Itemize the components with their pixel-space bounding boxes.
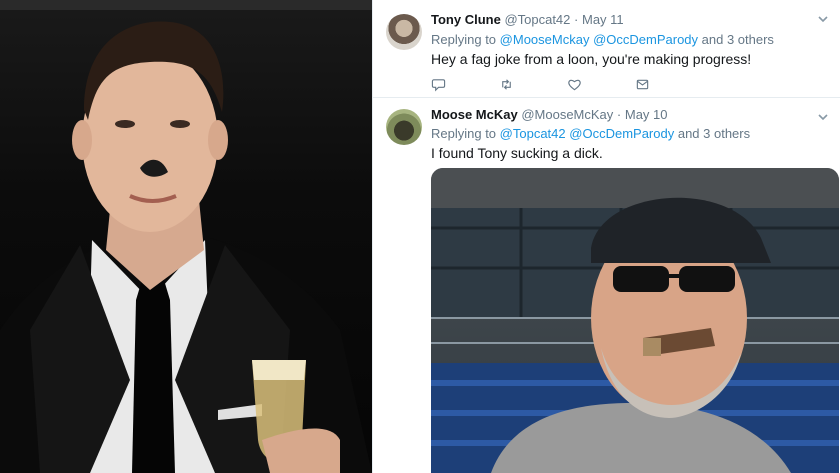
retweet-button[interactable] [499, 76, 567, 92]
tweet-media-photo[interactable] [431, 168, 839, 473]
chevron-down-icon[interactable] [816, 110, 830, 124]
tweet[interactable]: Moose McKay @MooseMcKay · May 10 Replyin… [373, 98, 840, 473]
retweet-icon [502, 78, 511, 90]
chevron-down-icon[interactable] [816, 12, 830, 26]
timestamp[interactable]: May 10 [625, 107, 668, 122]
mention-link[interactable]: @Topcat42 [500, 126, 566, 141]
tweet-feed: Tony Clune @Topcat42 · May 11 Replying t… [373, 0, 840, 473]
mention-link[interactable]: @MooseMckay [500, 32, 590, 47]
timestamp[interactable]: May 11 [582, 12, 624, 27]
replying-to: Replying to @Topcat42 @OccDemParody and … [431, 126, 750, 141]
reply-icon [431, 78, 446, 91]
left-photo [0, 0, 372, 473]
others-link[interactable]: and 3 others [678, 126, 750, 141]
avatar[interactable] [386, 109, 422, 145]
handle[interactable]: @Topcat42 [504, 12, 570, 27]
envelope-icon [636, 79, 649, 89]
handle[interactable]: @MooseMcKay [521, 107, 613, 122]
separator: · [616, 107, 622, 122]
heart-icon [568, 79, 581, 90]
mention-link[interactable]: @OccDemParody [593, 32, 698, 47]
display-name[interactable]: Tony Clune [431, 12, 501, 27]
like-button[interactable] [567, 76, 635, 92]
tweet-actions [431, 76, 703, 92]
replying-to: Replying to @MooseMckay @OccDemParody an… [431, 32, 774, 47]
dm-button[interactable] [635, 76, 703, 92]
mention-link[interactable]: @OccDemParody [569, 126, 674, 141]
tweet-text: Hey a fag joke from a loon, you're makin… [431, 51, 752, 67]
reply-button[interactable] [431, 76, 499, 92]
man-in-suit-illustration [0, 21, 372, 473]
replying-prefix: Replying to [431, 126, 497, 141]
avatar[interactable] [386, 14, 422, 50]
replying-prefix: Replying to [431, 32, 497, 47]
display-name[interactable]: Moose McKay [431, 107, 518, 122]
tweet-header: Tony Clune @Topcat42 · May 11 [431, 12, 624, 27]
others-link[interactable]: and 3 others [702, 32, 774, 47]
tweet[interactable]: Tony Clune @Topcat42 · May 11 Replying t… [373, 0, 840, 98]
tweet-text: I found Tony sucking a dick. [431, 145, 603, 161]
tweet-header: Moose McKay @MooseMcKay · May 10 [431, 107, 668, 122]
separator: · [574, 12, 579, 27]
stadium-selfie-illustration [431, 168, 839, 473]
